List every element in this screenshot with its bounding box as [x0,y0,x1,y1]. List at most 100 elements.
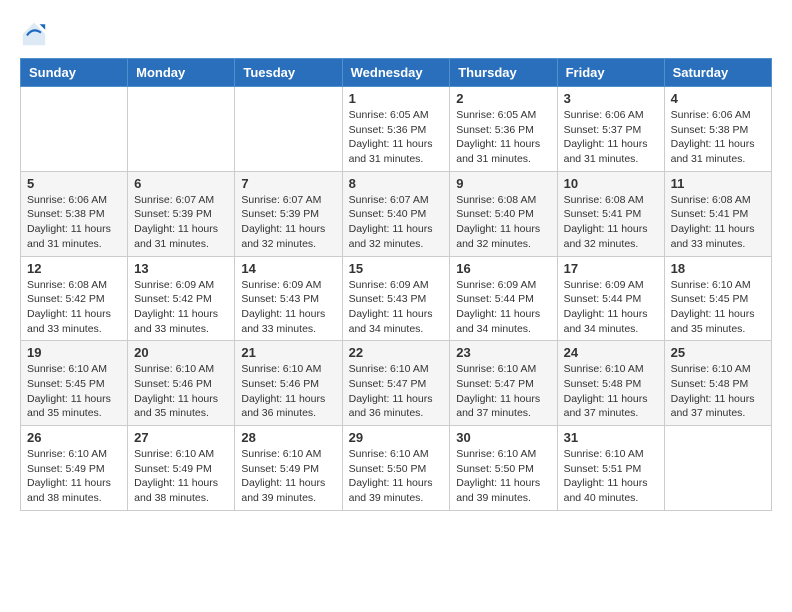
weekday-header-tuesday: Tuesday [235,59,342,87]
weekday-header-thursday: Thursday [450,59,557,87]
calendar-day-11: 11 Sunrise: 6:08 AM Sunset: 5:41 PM Dayli… [664,171,771,256]
calendar-day-30: 30Sunrise: 6:10 AM Sunset: 5:50 PM Dayli… [450,426,557,511]
day-info: Sunrise: 6:08 AM Sunset: 5:42 PM Dayligh… [27,278,121,337]
day-info: Sunrise: 6:05 AM Sunset: 5:36 PM Dayligh… [349,108,444,167]
day-number: 18 [671,261,765,276]
day-info: Sunrise: 6:10 AM Sunset: 5:47 PM Dayligh… [456,362,550,421]
day-info: Sunrise: 6:08 AM Sunset: 5:41 PM Dayligh… [564,193,658,252]
day-info: Sunrise: 6:07 AM Sunset: 5:39 PM Dayligh… [134,193,228,252]
day-number: 15 [349,261,444,276]
calendar-day-20: 20 Sunrise: 6:10 AM Sunset: 5:46 PM Dayli… [128,341,235,426]
day-info: Sunrise: 6:09 AM Sunset: 5:44 PM Dayligh… [564,278,658,337]
calendar-day-4: 4 Sunrise: 6:06 AM Sunset: 5:38 PM Daylig… [664,87,771,172]
day-info: Sunrise: 6:05 AM Sunset: 5:36 PM Dayligh… [456,108,550,167]
weekday-header-row: SundayMondayTuesdayWednesdayThursdayFrid… [21,59,772,87]
calendar-week-row: 26Sunrise: 6:10 AM Sunset: 5:49 PM Dayli… [21,426,772,511]
calendar-day-25: 25 Sunrise: 6:10 AM Sunset: 5:48 PM Dayli… [664,341,771,426]
day-number: 27 [134,430,228,445]
page-header [20,20,772,48]
calendar-day-21: 21 Sunrise: 6:10 AM Sunset: 5:46 PM Dayli… [235,341,342,426]
day-number: 12 [27,261,121,276]
calendar-day-18: 18 Sunrise: 6:10 AM Sunset: 5:45 PM Dayli… [664,256,771,341]
day-info: Sunrise: 6:10 AM Sunset: 5:46 PM Dayligh… [241,362,335,421]
calendar-day-24: 24Sunrise: 6:10 AM Sunset: 5:48 PM Dayli… [557,341,664,426]
day-number: 8 [349,176,444,191]
day-info: Sunrise: 6:09 AM Sunset: 5:43 PM Dayligh… [241,278,335,337]
day-info: Sunrise: 6:10 AM Sunset: 5:46 PM Dayligh… [134,362,228,421]
day-info: Sunrise: 6:10 AM Sunset: 5:50 PM Dayligh… [349,447,444,506]
day-info: Sunrise: 6:08 AM Sunset: 5:41 PM Dayligh… [671,193,765,252]
day-info: Sunrise: 6:10 AM Sunset: 5:51 PM Dayligh… [564,447,658,506]
day-number: 13 [134,261,228,276]
day-number: 9 [456,176,550,191]
day-info: Sunrise: 6:06 AM Sunset: 5:38 PM Dayligh… [27,193,121,252]
day-number: 10 [564,176,658,191]
day-number: 22 [349,345,444,360]
calendar-day-empty [21,87,128,172]
day-number: 20 [134,345,228,360]
day-info: Sunrise: 6:06 AM Sunset: 5:38 PM Dayligh… [671,108,765,167]
calendar-day-26: 26Sunrise: 6:10 AM Sunset: 5:49 PM Dayli… [21,426,128,511]
calendar-day-5: 5Sunrise: 6:06 AM Sunset: 5:38 PM Daylig… [21,171,128,256]
calendar-day-12: 12 Sunrise: 6:08 AM Sunset: 5:42 PM Dayli… [21,256,128,341]
calendar-day-empty [664,426,771,511]
calendar-week-row: 19 Sunrise: 6:10 AM Sunset: 5:45 PM Dayli… [21,341,772,426]
day-number: 6 [134,176,228,191]
day-number: 31 [564,430,658,445]
day-number: 4 [671,91,765,106]
day-number: 17 [564,261,658,276]
day-info: Sunrise: 6:07 AM Sunset: 5:40 PM Dayligh… [349,193,444,252]
weekday-header-saturday: Saturday [664,59,771,87]
day-number: 28 [241,430,335,445]
calendar-day-8: 8 Sunrise: 6:07 AM Sunset: 5:40 PM Daylig… [342,171,450,256]
day-number: 29 [349,430,444,445]
logo [20,20,52,48]
weekday-header-friday: Friday [557,59,664,87]
calendar-day-empty [128,87,235,172]
calendar-week-row: 12 Sunrise: 6:08 AM Sunset: 5:42 PM Dayli… [21,256,772,341]
calendar-day-29: 29 Sunrise: 6:10 AM Sunset: 5:50 PM Dayli… [342,426,450,511]
day-info: Sunrise: 6:10 AM Sunset: 5:49 PM Dayligh… [241,447,335,506]
day-info: Sunrise: 6:10 AM Sunset: 5:45 PM Dayligh… [671,278,765,337]
calendar-day-1: 1 Sunrise: 6:05 AM Sunset: 5:36 PM Daylig… [342,87,450,172]
calendar-day-23: 23 Sunrise: 6:10 AM Sunset: 5:47 PM Dayli… [450,341,557,426]
day-number: 19 [27,345,121,360]
calendar-day-2: 2 Sunrise: 6:05 AM Sunset: 5:36 PM Daylig… [450,87,557,172]
weekday-header-wednesday: Wednesday [342,59,450,87]
day-info: Sunrise: 6:10 AM Sunset: 5:48 PM Dayligh… [671,362,765,421]
day-number: 11 [671,176,765,191]
calendar-day-7: 7Sunrise: 6:07 AM Sunset: 5:39 PM Daylig… [235,171,342,256]
calendar-week-row: 5Sunrise: 6:06 AM Sunset: 5:38 PM Daylig… [21,171,772,256]
calendar-day-17: 17 Sunrise: 6:09 AM Sunset: 5:44 PM Dayli… [557,256,664,341]
day-number: 3 [564,91,658,106]
day-number: 21 [241,345,335,360]
calendar-day-22: 22 Sunrise: 6:10 AM Sunset: 5:47 PM Dayli… [342,341,450,426]
day-number: 16 [456,261,550,276]
day-info: Sunrise: 6:09 AM Sunset: 5:42 PM Dayligh… [134,278,228,337]
calendar-day-16: 16 Sunrise: 6:09 AM Sunset: 5:44 PM Dayli… [450,256,557,341]
day-number: 23 [456,345,550,360]
day-info: Sunrise: 6:08 AM Sunset: 5:40 PM Dayligh… [456,193,550,252]
weekday-header-sunday: Sunday [21,59,128,87]
day-number: 7 [241,176,335,191]
day-number: 14 [241,261,335,276]
day-info: Sunrise: 6:10 AM Sunset: 5:49 PM Dayligh… [134,447,228,506]
calendar-day-27: 27 Sunrise: 6:10 AM Sunset: 5:49 PM Dayli… [128,426,235,511]
calendar-day-empty [235,87,342,172]
day-info: Sunrise: 6:10 AM Sunset: 5:48 PM Dayligh… [564,362,658,421]
day-info: Sunrise: 6:10 AM Sunset: 5:45 PM Dayligh… [27,362,121,421]
weekday-header-monday: Monday [128,59,235,87]
day-number: 1 [349,91,444,106]
day-info: Sunrise: 6:10 AM Sunset: 5:47 PM Dayligh… [349,362,444,421]
day-number: 25 [671,345,765,360]
logo-icon [20,20,48,48]
calendar-day-31: 31 Sunrise: 6:10 AM Sunset: 5:51 PM Dayli… [557,426,664,511]
calendar-week-row: 1 Sunrise: 6:05 AM Sunset: 5:36 PM Daylig… [21,87,772,172]
calendar-day-6: 6 Sunrise: 6:07 AM Sunset: 5:39 PM Daylig… [128,171,235,256]
day-info: Sunrise: 6:09 AM Sunset: 5:44 PM Dayligh… [456,278,550,337]
calendar-day-13: 13 Sunrise: 6:09 AM Sunset: 5:42 PM Dayli… [128,256,235,341]
day-number: 30 [456,430,550,445]
day-number: 2 [456,91,550,106]
calendar-day-28: 28 Sunrise: 6:10 AM Sunset: 5:49 PM Dayli… [235,426,342,511]
day-info: Sunrise: 6:10 AM Sunset: 5:49 PM Dayligh… [27,447,121,506]
